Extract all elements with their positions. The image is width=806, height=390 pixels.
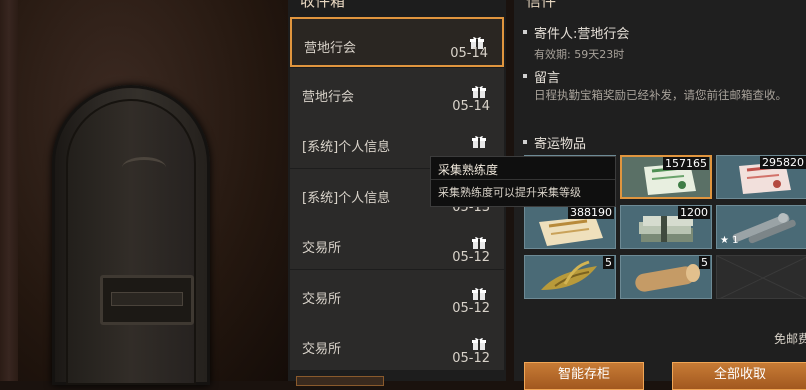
item-count: 157165 bbox=[663, 157, 709, 170]
mail-sender: [系统]个人信息 bbox=[302, 190, 391, 206]
mail-sender: 交易所 bbox=[302, 291, 342, 307]
mail-sender: 交易所 bbox=[302, 241, 342, 256]
mail-sender: [系统]个人信息 bbox=[302, 140, 391, 155]
mail-date: 05-12 bbox=[452, 300, 490, 316]
mailbox-illustration bbox=[52, 85, 210, 385]
background-scene bbox=[0, 0, 290, 385]
wall-pillar bbox=[0, 0, 18, 381]
mail-date: 05-14 bbox=[452, 98, 490, 114]
validity: 有效期: 59天23时 bbox=[534, 48, 625, 61]
mail-item[interactable]: 营地行会 05-14 bbox=[290, 17, 504, 67]
gift-icon bbox=[472, 285, 486, 300]
mail-item[interactable]: 营地行会 05-14 bbox=[290, 67, 504, 118]
smart-store-button[interactable]: 智能存柜 bbox=[524, 362, 644, 390]
gift-icon bbox=[472, 335, 486, 350]
item-count: 5 bbox=[603, 256, 614, 269]
message-heading: 留言 bbox=[534, 71, 561, 86]
gift-icon bbox=[472, 83, 486, 98]
attachment-slot[interactable]: 5 bbox=[524, 255, 616, 299]
empty-slot bbox=[716, 255, 806, 299]
attachments-heading: 寄运物品 bbox=[534, 137, 587, 152]
collect-all-button[interactable]: 全部收取 bbox=[672, 362, 806, 390]
leaf-icon bbox=[525, 260, 615, 298]
sender-line: 寄件人:营地行会 bbox=[534, 27, 630, 42]
gold-scroll-icon bbox=[525, 216, 615, 248]
attachment-slot[interactable]: ★ 1 bbox=[716, 205, 806, 249]
mail-item[interactable]: 交易所 05-12 bbox=[290, 219, 504, 269]
mail-sender: 交易所 bbox=[302, 342, 342, 357]
sender-bullet bbox=[523, 30, 527, 34]
tooltip-divider bbox=[431, 179, 615, 180]
item-count: 388190 bbox=[568, 206, 614, 219]
item-count: 295820 bbox=[760, 156, 806, 169]
letter-title: 信件 bbox=[526, 0, 557, 10]
gift-icon bbox=[472, 234, 486, 249]
mail-item[interactable]: 交易所 05-12 bbox=[290, 269, 504, 320]
mailbox-slot bbox=[100, 275, 194, 325]
mail-date: 05-12 bbox=[452, 351, 490, 366]
attachment-slot[interactable]: 388190 bbox=[524, 205, 616, 249]
attachment-slot[interactable]: 1200 bbox=[620, 205, 712, 249]
attachments-bullet bbox=[523, 140, 527, 144]
mail-date: 05-12 bbox=[452, 250, 490, 265]
star-level: ★ 1 bbox=[720, 235, 739, 246]
inbox-title: 收件箱 bbox=[300, 0, 346, 10]
attachment-slot[interactable]: 5 bbox=[620, 255, 712, 299]
gift-icon bbox=[472, 133, 486, 148]
mail-sender: 营地行会 bbox=[302, 89, 355, 105]
mail-sender: 营地行会 bbox=[304, 41, 357, 56]
item-tooltip: 采集熟练度 采集熟练度可以提升采集等级 bbox=[430, 156, 616, 207]
tooltip-title: 采集熟练度 bbox=[438, 163, 499, 177]
message-body: 日程执勤宝箱奖励已经补发，请您前往邮箱查收。 bbox=[534, 88, 787, 102]
attachment-slot[interactable]: 295820 bbox=[716, 155, 806, 199]
mail-date: 05-14 bbox=[450, 46, 488, 61]
mailbox-ornament bbox=[122, 157, 166, 178]
attachment-slot[interactable]: 157165 bbox=[620, 155, 712, 199]
item-count: 1200 bbox=[678, 206, 710, 219]
wood-log-icon bbox=[621, 264, 711, 298]
item-count: 5 bbox=[699, 256, 710, 269]
red-scroll-icon bbox=[717, 162, 806, 198]
message-bullet bbox=[523, 74, 527, 78]
tooltip-description: 采集熟练度可以提升采集等级 bbox=[438, 186, 581, 199]
postage-label: 免邮费 bbox=[774, 332, 806, 346]
green-scroll-icon bbox=[622, 163, 710, 197]
cash-stack-icon bbox=[621, 216, 711, 248]
mail-item[interactable]: 交易所 05-12 bbox=[290, 320, 504, 370]
list-bottom-button[interactable] bbox=[296, 376, 384, 386]
